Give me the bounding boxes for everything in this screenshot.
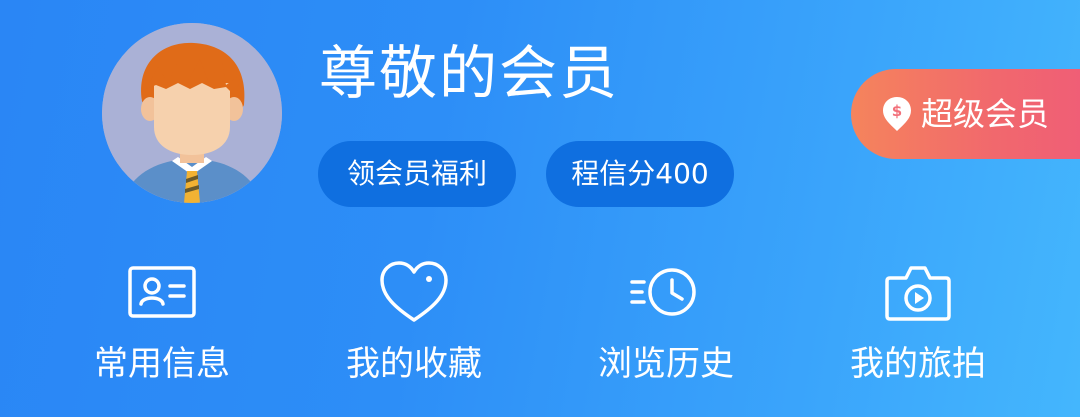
quick-link-favorites[interactable]: 我的收藏 (304, 258, 524, 388)
credit-score-chip[interactable]: 程信分400 (546, 141, 734, 207)
quick-link-history[interactable]: 浏览历史 (556, 258, 776, 388)
coin-pin-icon: $ (883, 97, 911, 131)
quick-link-common-info[interactable]: 常用信息 (52, 258, 272, 388)
member-benefits-chip[interactable]: 领会员福利 (318, 141, 516, 207)
username: 尊敬的会员 (319, 39, 620, 107)
quick-link-label: 常用信息 (94, 344, 230, 384)
history-clock-icon (630, 268, 696, 316)
quick-link-travel-photos[interactable]: 我的旅拍 (808, 258, 1028, 388)
id-card-icon (128, 266, 196, 318)
camera-icon (885, 266, 951, 321)
super-vip-badge[interactable]: $ 超级会员 (851, 69, 1080, 159)
avatar[interactable] (102, 23, 282, 203)
svg-text:$: $ (892, 102, 902, 120)
quick-link-label: 我的收藏 (346, 344, 482, 384)
member-header-panel: 尊敬的会员 领会员福利 程信分400 $ 超级会员 常用信息 我的收藏 浏览历史… (0, 0, 1080, 417)
cartoon-boy-avatar-icon (102, 23, 282, 203)
quick-link-label: 浏览历史 (598, 344, 734, 384)
heart-icon (380, 261, 448, 322)
super-vip-label: 超级会员 (921, 95, 1050, 133)
quick-link-label: 我的旅拍 (850, 344, 986, 384)
